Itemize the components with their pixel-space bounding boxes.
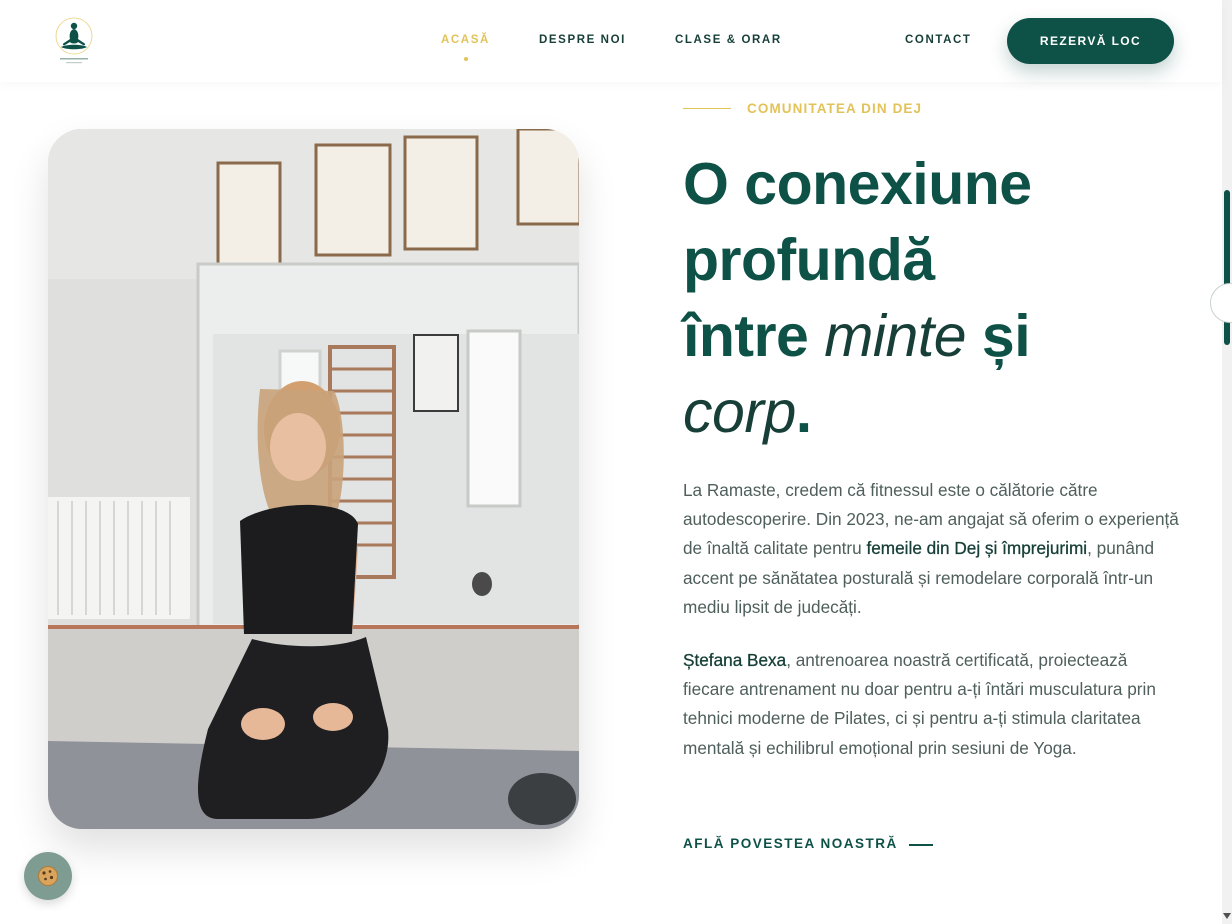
headline-line-4: corp. xyxy=(683,374,1153,450)
our-story-link[interactable]: AFLĂ POVESTEA NOASTRĂ xyxy=(683,836,898,851)
nav-despre-noi[interactable]: DESPRE NOI xyxy=(539,34,626,46)
trainer-paragraph: Ștefana Bexa, antrenoarea noastră certif… xyxy=(683,646,1183,763)
headline-text: între xyxy=(683,303,825,369)
nav-contact[interactable]: CONTACT xyxy=(905,34,972,46)
site-header: ACASĂ DESPRE NOI CLASE & ORAR CONTACT RE… xyxy=(0,0,1222,82)
headline-text: și xyxy=(966,303,1031,369)
section-eyebrow: COMUNITATEA DIN DEJ xyxy=(747,101,923,116)
nav-clase-orar[interactable]: CLASE & ORAR xyxy=(675,34,782,46)
trainer-name: Ștefana Bexa xyxy=(683,650,787,670)
headline-emphasis: corp xyxy=(683,379,796,445)
side-nav-circle[interactable] xyxy=(1210,283,1232,323)
instructor-photo xyxy=(48,129,579,829)
headline-line-3: între minte și xyxy=(683,298,1153,374)
logo[interactable] xyxy=(52,14,96,68)
active-indicator xyxy=(464,57,468,61)
scroll-down-arrow-icon[interactable] xyxy=(1223,913,1231,919)
reserve-button[interactable]: REZERVĂ LOC xyxy=(1007,18,1174,64)
cookie-settings-button[interactable] xyxy=(24,852,72,900)
intro-paragraph: La Ramaste, credem că fitnessul este o c… xyxy=(683,476,1183,622)
meditation-figure-icon xyxy=(55,17,93,64)
nav-acasa[interactable]: ACASĂ xyxy=(441,34,490,46)
headline-line-1: O conexiune xyxy=(683,151,1032,217)
link-arrow-line xyxy=(909,844,933,846)
headline-emphasis: minte xyxy=(824,303,967,369)
cookie-icon xyxy=(38,866,58,886)
headline-line-2: profundă xyxy=(683,227,935,293)
headline-period: . xyxy=(795,379,812,445)
hero-headline: O conexiune profundă între minte și corp… xyxy=(683,146,1153,450)
page-scrollbar[interactable] xyxy=(1222,0,1232,924)
eyebrow-divider xyxy=(683,108,731,109)
para-highlight: femeile din Dej și împrejurimi xyxy=(866,538,1088,559)
